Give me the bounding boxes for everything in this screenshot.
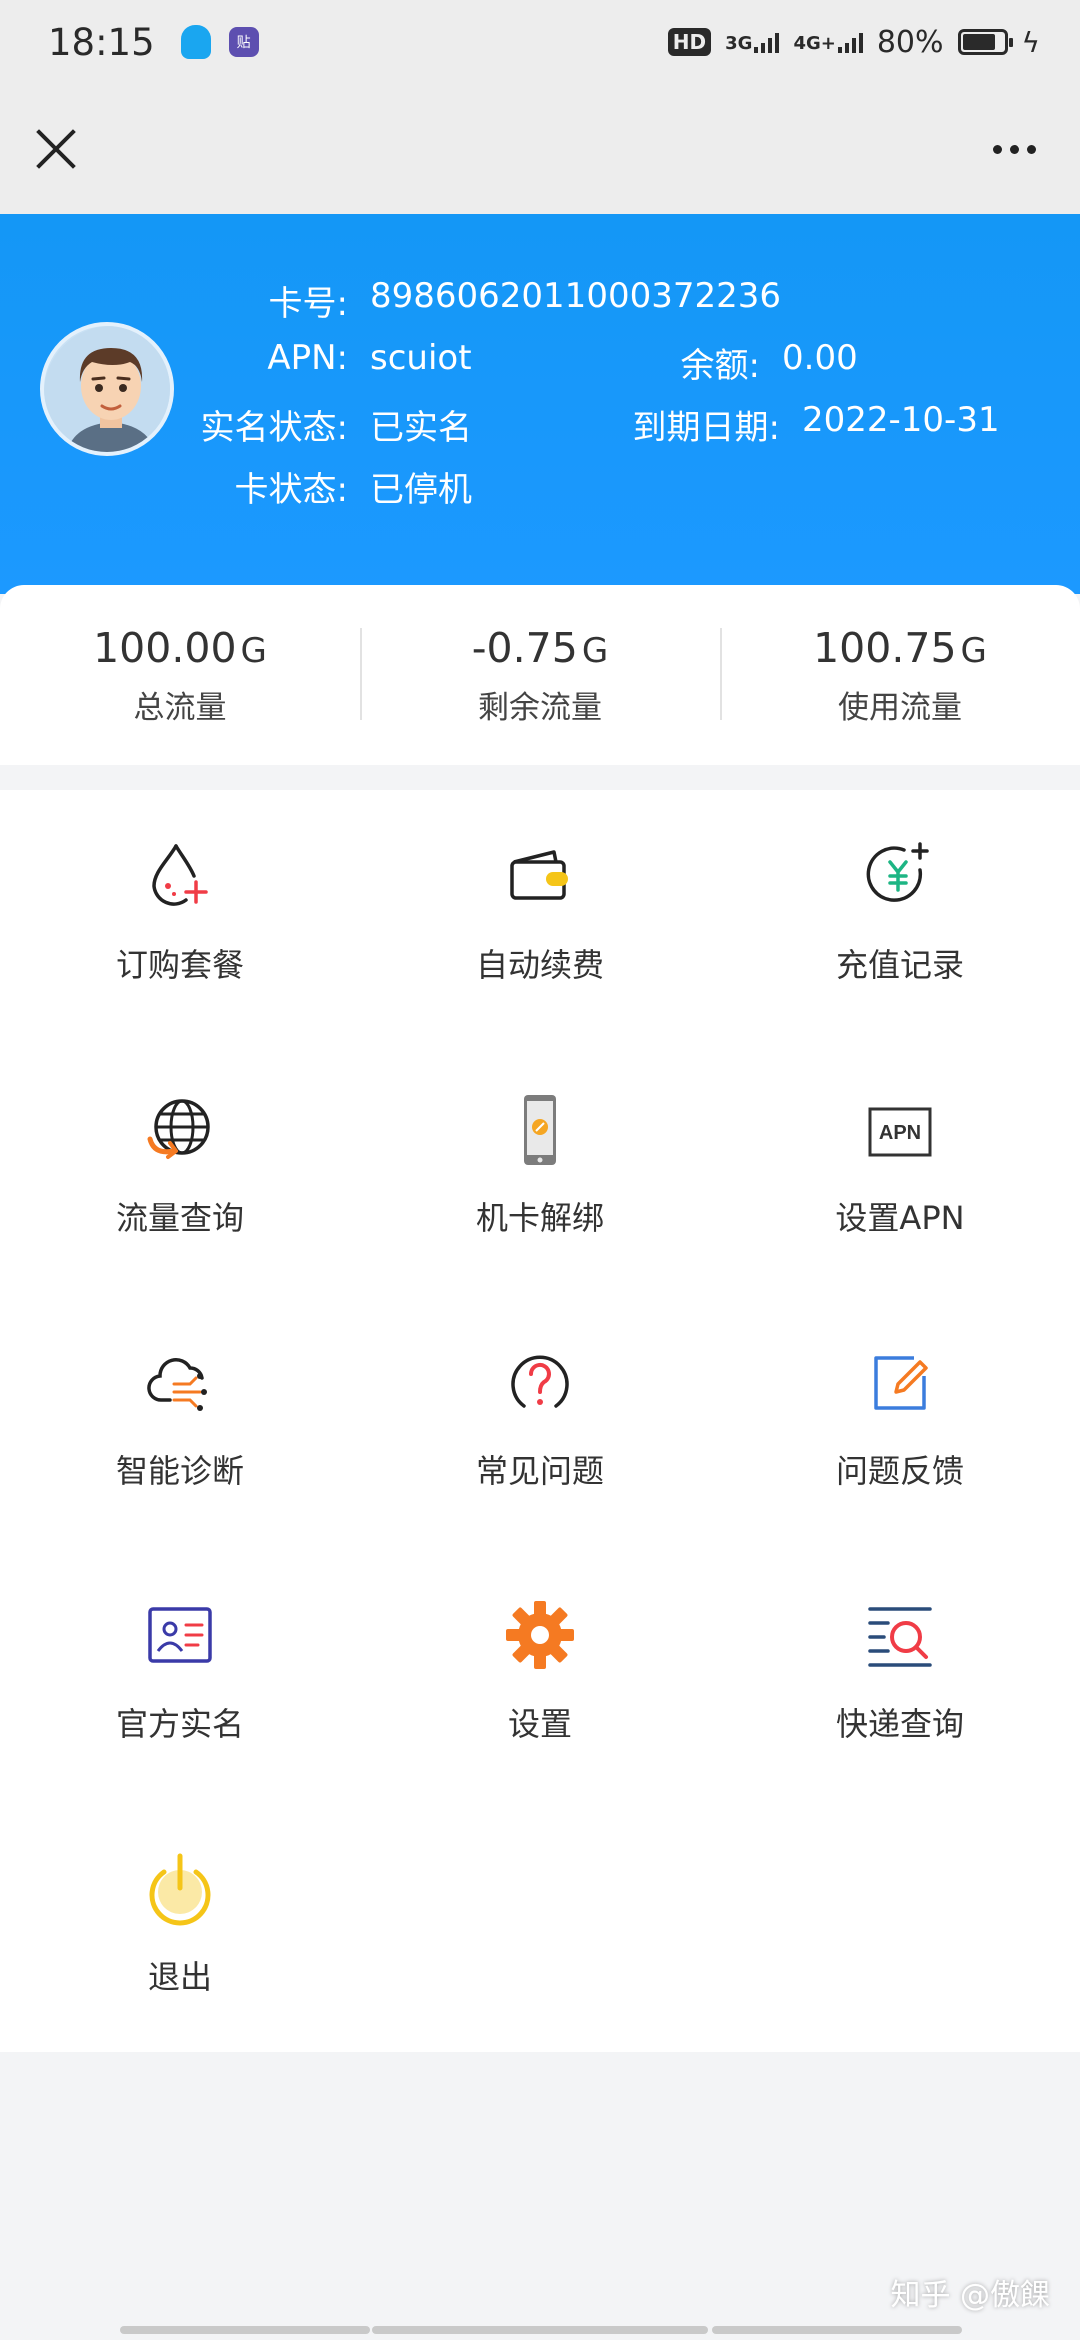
nav-bar (0, 84, 1080, 214)
cloud-icon (147, 1358, 207, 1411)
menu-item-set-apn[interactable]: APN 设置APN (720, 1043, 1080, 1296)
stat-label: 剩余流量 (478, 689, 602, 726)
menu-label: 流量查询 (115, 1199, 244, 1237)
card-no-label: 卡号: (268, 284, 348, 324)
apn-value: scuiot (370, 338, 472, 378)
card-status-row: 卡状态: 已停机 (30, 462, 472, 511)
gesture-bar-left (120, 2326, 370, 2334)
search-list-icon (868, 1607, 932, 1667)
apn-icon-text: APN (879, 1122, 921, 1144)
edit-icon (874, 1356, 928, 1410)
qq-icon (180, 25, 211, 59)
card-no-row: 卡号: 8986062011000372236 (30, 276, 781, 325)
stat-unit: G (240, 630, 267, 671)
gear-icon (506, 1601, 574, 1669)
signal-3g-icon: 3G (725, 31, 780, 53)
menu-label: 设置APN (835, 1199, 965, 1237)
stat-value: 100.00 (93, 623, 237, 672)
remaining-data-stat: -0.75 G 剩余流量 (360, 624, 720, 727)
menu-item-feedback[interactable]: 问题反馈 (720, 1296, 1080, 1549)
menu-item-logout[interactable]: 退出 (0, 1802, 360, 2055)
realname-label: 实名状态: (200, 408, 348, 448)
realname-value: 已实名 (370, 408, 472, 448)
yuan-plus-icon (866, 842, 929, 902)
more-button[interactable] (993, 135, 1036, 164)
id-card-icon (148, 1607, 212, 1663)
watermark: 知乎 @傲餜 (890, 2278, 1050, 2313)
menu-label: 官方实名 (115, 1705, 244, 1743)
total-data-stat: 100.00 G 总流量 (0, 624, 360, 727)
expire-row: 到期日期: 2022-10-31 (612, 400, 1000, 449)
hd-badge: HD (667, 28, 712, 56)
menu-item-faq[interactable]: 常见问题 (360, 1296, 720, 1549)
menu-item-official-realname[interactable]: 官方实名 (0, 1549, 360, 1802)
charging-icon: ϟ (1021, 25, 1040, 59)
stat-value: -0.75 (471, 623, 578, 672)
phone-icon (524, 1095, 556, 1165)
menu-item-card-unbind[interactable]: 机卡解绑 (360, 1043, 720, 1296)
menu-label: 智能诊断 (115, 1452, 244, 1490)
data-usage-card: 100.00 G 总流量 -0.75 G 剩余流量 100.75 G 使用流量 (0, 585, 1080, 765)
stat-value: 100.75 (813, 623, 957, 672)
balance-row: 余额: 0.00 (622, 338, 858, 387)
power-icon (149, 1853, 211, 1926)
apn-row: APN: scuiot (30, 338, 472, 378)
stat-unit: G (581, 630, 609, 671)
card-status-value: 已停机 (370, 470, 472, 510)
close-button[interactable] (30, 123, 82, 175)
menu-item-auto-renew[interactable]: 自动续费 (360, 790, 720, 1043)
gesture-bar-right (712, 2326, 962, 2334)
status-time: 18:15 (48, 20, 155, 64)
menu-label: 问题反馈 (835, 1452, 964, 1490)
menu-item-smart-diagnosis[interactable]: 智能诊断 (0, 1296, 360, 1549)
expire-value: 2022-10-31 (802, 400, 1000, 440)
realname-row: 实名状态: 已实名 (30, 400, 472, 449)
signal-4g-icon: 4G+ (793, 31, 863, 53)
menu-label: 自动续费 (475, 946, 604, 984)
globe-icon (147, 1099, 210, 1159)
stat-label: 使用流量 (838, 689, 962, 726)
wallet-icon (510, 850, 568, 900)
expire-label: 到期日期: (632, 408, 780, 448)
menu-label: 订购套餐 (115, 946, 244, 984)
menu-grid: 订购套餐 自动续费 充值记录 流量查询 机卡解绑 APN 设置APN 智能诊断 … (0, 790, 1080, 2052)
menu-label: 充值记录 (835, 946, 964, 984)
battery-icon (957, 29, 1013, 55)
stat-unit: G (960, 630, 987, 671)
apn-label: APN: (267, 338, 348, 378)
stat-label: 总流量 (133, 689, 227, 726)
question-icon (511, 1355, 569, 1408)
menu-label: 常见问题 (475, 1452, 604, 1490)
note-app-icon: 贴 (228, 27, 259, 57)
battery-percent: 80% (876, 24, 944, 60)
menu-label: 快递查询 (835, 1705, 964, 1743)
menu-item-data-query[interactable]: 流量查询 (0, 1043, 360, 1296)
menu-label: 设置 (507, 1705, 572, 1743)
balance-label: 余额: (680, 346, 760, 386)
balance-value: 0.00 (782, 338, 858, 378)
menu-item-order-package[interactable]: 订购套餐 (0, 790, 360, 1043)
menu-label: 退出 (147, 1958, 212, 1996)
card-info-header: 卡号: 8986062011000372236 APN: scuiot 余额: … (0, 214, 1080, 594)
gesture-bar-center (372, 2326, 708, 2334)
card-no-value: 8986062011000372236 (370, 276, 782, 316)
menu-item-express-query[interactable]: 快递查询 (720, 1549, 1080, 1802)
menu-item-settings[interactable]: 设置 (360, 1549, 720, 1802)
drop-plus-icon (152, 844, 208, 906)
apn-icon: APN (868, 1107, 932, 1157)
menu-item-recharge-records[interactable]: 充值记录 (720, 790, 1080, 1043)
used-data-stat: 100.75 G 使用流量 (720, 624, 1080, 727)
card-status-label: 卡状态: (234, 470, 348, 510)
menu-label: 机卡解绑 (475, 1199, 604, 1237)
status-bar: 18:15 贴 HD 3G 4G+ 80% ϟ (0, 0, 1080, 84)
